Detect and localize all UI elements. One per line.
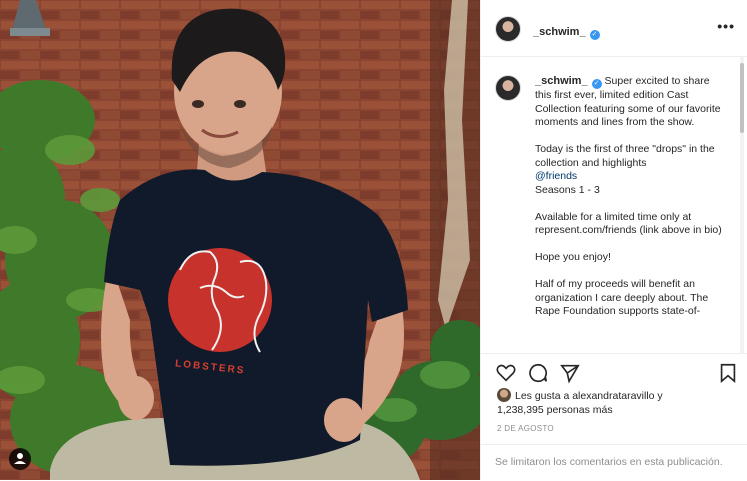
caption-paragraph-3: Available for a limited time only at rep… [535, 210, 722, 237]
caption-paragraph-5: Half of my proceeds will benefit an orga… [535, 278, 709, 317]
post-actions: Les gusta a alexandrataravillo y 1,238,3… [481, 353, 747, 480]
bookmark-icon[interactable] [717, 362, 739, 384]
caption-author-username[interactable]: _schwim_ [535, 75, 588, 87]
author-avatar[interactable] [495, 16, 521, 42]
post-side-panel: _schwim_ ✓ ••• _schwim_ ✓ Super excited to… [480, 0, 747, 480]
mention-link[interactable]: @friends [535, 170, 577, 182]
more-horizontal-icon[interactable]: ••• [717, 18, 735, 34]
user-tag-icon [14, 453, 26, 464]
comments-closed-notice: Se limitaron los comentarios en esta pub… [481, 444, 747, 481]
comments-scrollbar[interactable] [740, 57, 744, 353]
photo-illustration [0, 0, 480, 480]
post-caption: _schwim_ ✓ Super excited to share this fi… [535, 75, 725, 332]
heart-icon[interactable] [495, 362, 517, 384]
likes-summary: Les gusta a alexandrataravillo y 1,238,3… [497, 388, 663, 417]
scrollbar-thumb[interactable] [740, 63, 744, 133]
liker-avatar[interactable] [497, 388, 511, 402]
caption-paragraph-2: Today is the first of three "drops" in t… [535, 143, 715, 169]
tagged-users-button[interactable] [9, 448, 31, 470]
likes-line-1[interactable]: Les gusta a alexandrataravillo y [515, 390, 663, 402]
comments-section[interactable]: _schwim_ ✓ Super excited to share this fi… [481, 57, 747, 353]
comment-icon[interactable] [527, 362, 549, 384]
verified-badge-icon: ✓ [589, 30, 600, 40]
likes-count[interactable]: 1,238,395 personas más [497, 404, 613, 416]
post-header: _schwim_ ✓ ••• [481, 0, 747, 57]
send-icon[interactable] [559, 362, 581, 384]
caption-seasons: Seasons 1 - 3 [535, 183, 600, 196]
caption-author-avatar[interactable] [495, 75, 521, 101]
author-username[interactable]: _schwim_ [533, 26, 586, 38]
caption-paragraph-4: Hope you enjoy! [535, 251, 611, 263]
post-photo[interactable]: LOBSTERS [0, 0, 480, 480]
verified-badge-icon: ✓ [591, 79, 602, 89]
post-date[interactable]: 2 DE AGOSTO [497, 424, 554, 433]
